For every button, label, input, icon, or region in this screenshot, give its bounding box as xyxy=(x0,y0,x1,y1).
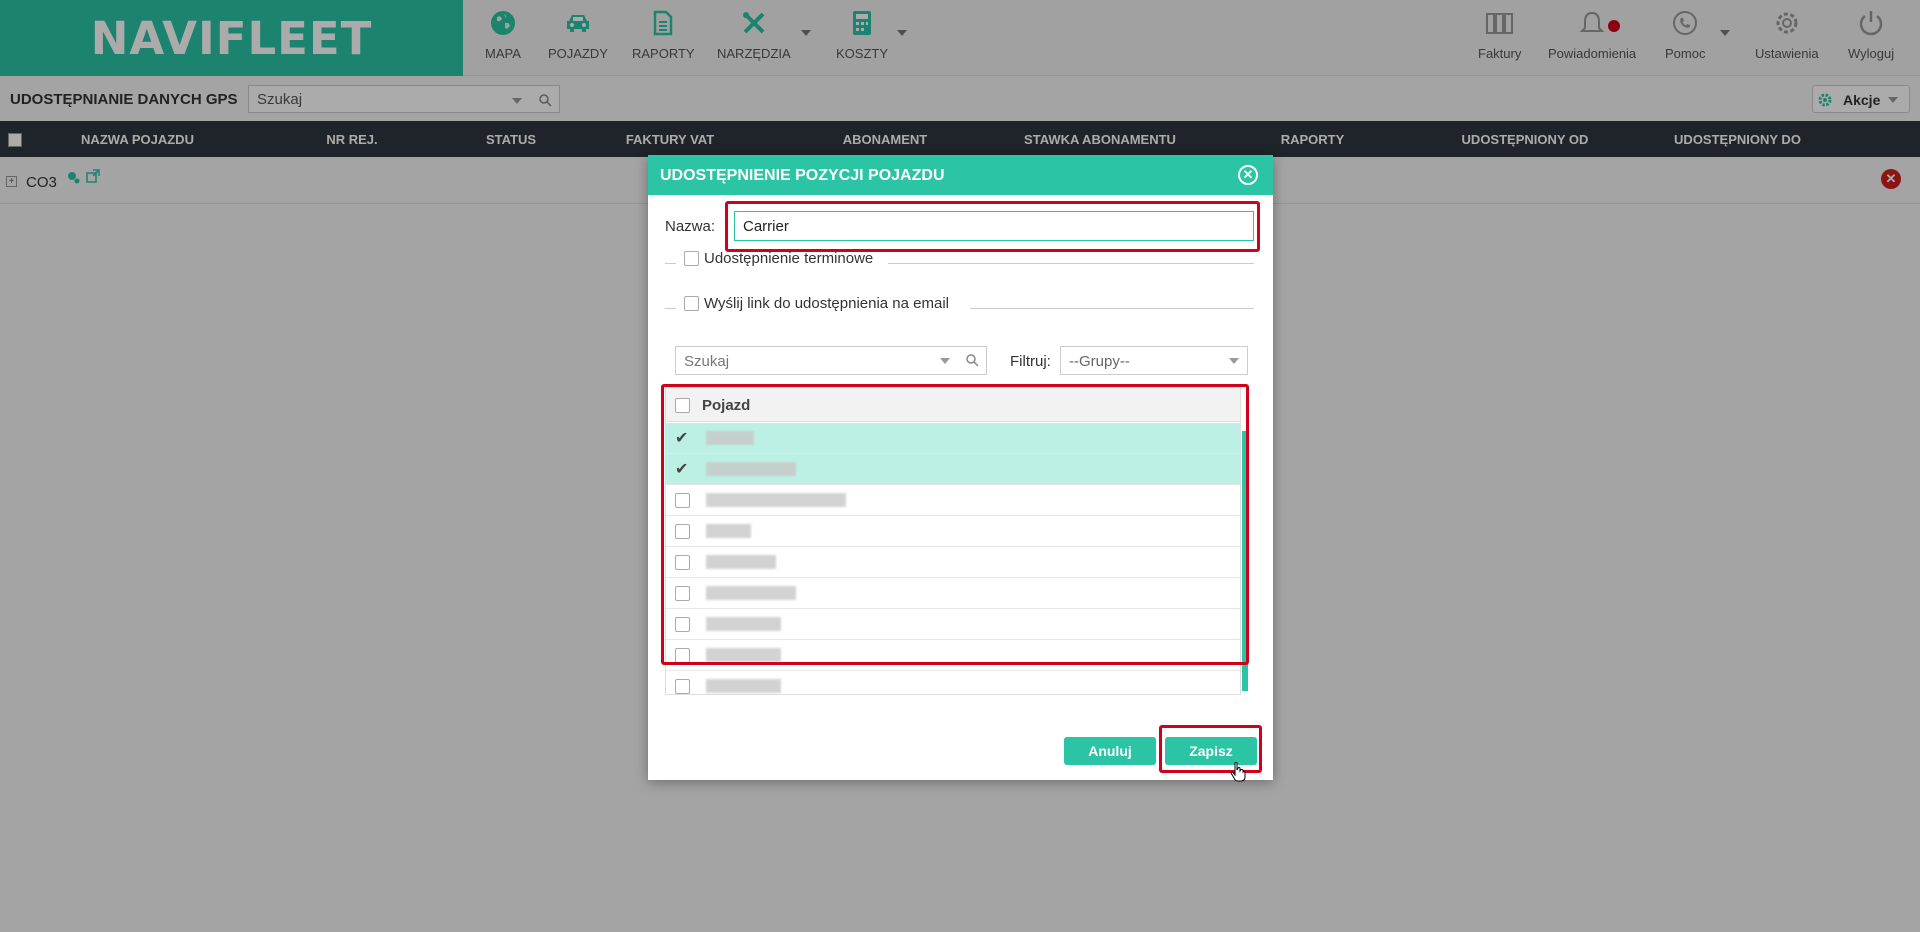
email-link-checkbox[interactable] xyxy=(684,296,699,311)
email-link-label: Wyślij link do udostępnienia na email xyxy=(701,295,952,312)
hand-cursor-icon xyxy=(1230,762,1246,782)
close-icon[interactable]: ✕ xyxy=(1238,165,1258,185)
divider xyxy=(970,308,1254,309)
vehicle-checkbox[interactable] xyxy=(675,679,690,694)
term-sharing-label: Udostępnienie terminowe xyxy=(701,250,877,267)
redacted-vehicle-name xyxy=(706,679,781,693)
modal-title: UDOSTĘPNIENIE POZYCJI POJAZDU xyxy=(660,167,945,184)
cancel-button[interactable]: Anuluj xyxy=(1064,737,1156,765)
divider xyxy=(665,263,676,264)
share-vehicle-position-modal: UDOSTĘPNIENIE POZYCJI POJAZDU ✕ Nazwa: C… xyxy=(648,155,1273,780)
chevron-down-icon[interactable] xyxy=(1229,358,1239,364)
name-label: Nazwa: xyxy=(665,218,716,235)
filter-label: Filtruj: xyxy=(1010,353,1051,370)
modal-header: UDOSTĘPNIENIE POZYCJI POJAZDU ✕ xyxy=(648,155,1273,195)
highlight-vehicle-list xyxy=(661,384,1249,665)
term-sharing-checkbox[interactable] xyxy=(684,251,699,266)
divider xyxy=(665,308,676,309)
group-filter-select[interactable]: --Grupy-- xyxy=(1060,346,1248,375)
highlight-save xyxy=(1159,725,1262,773)
search-icon[interactable] xyxy=(966,354,979,367)
divider xyxy=(888,263,1254,264)
highlight-name xyxy=(725,201,1260,252)
chevron-down-icon[interactable] xyxy=(940,358,950,364)
list-item[interactable] xyxy=(666,671,1240,694)
